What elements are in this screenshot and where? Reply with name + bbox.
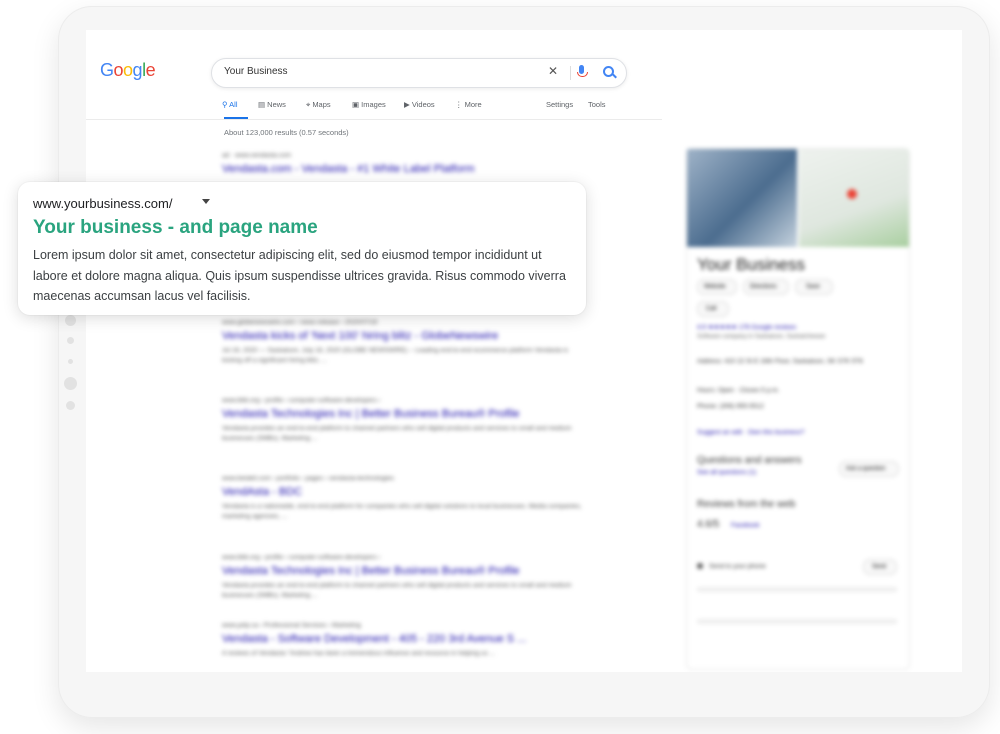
- mic-stand: [577, 72, 588, 77]
- result-item[interactable]: www.betakit.com › portfolio › pages › ve…: [222, 475, 582, 522]
- knowledge-panel: Your Business Website Directions Save Ca…: [686, 148, 910, 670]
- phone-icon: [697, 563, 703, 569]
- result-url[interactable]: www.yourbusiness.com/: [33, 196, 172, 211]
- highlighted-result-card[interactable]: www.yourbusiness.com/ Your business - an…: [18, 182, 586, 315]
- business-category: Software company in Saskatoon, Saskatche…: [697, 334, 826, 340]
- review-source[interactable]: Facebook: [731, 522, 760, 529]
- tab-tools[interactable]: Tools: [588, 100, 606, 109]
- browser-screen: Google Your Business ✕ ⚲ All ▤ News ⌖ Ma…: [86, 30, 962, 672]
- call-button[interactable]: Call: [697, 301, 729, 317]
- map-pin-icon: [847, 189, 857, 199]
- qa-link[interactable]: See all questions (1): [697, 469, 756, 476]
- business-name: Your Business: [697, 255, 806, 274]
- google-logo[interactable]: Google: [100, 60, 156, 81]
- directions-button[interactable]: Directions: [743, 279, 789, 295]
- divider: [570, 66, 571, 80]
- result-item[interactable]: www.yelp.ca › Professional Services › Ma…: [222, 622, 582, 659]
- tab-news[interactable]: ▤ News: [258, 100, 286, 109]
- tab-videos[interactable]: ▶ Videos: [404, 100, 435, 109]
- tab-all[interactable]: ⚲ All: [222, 100, 238, 109]
- result-item[interactable]: www.bbb.org › profile › computer-softwar…: [222, 554, 582, 601]
- result-description: Lorem ipsum dolor sit amet, consectetur …: [33, 248, 566, 303]
- tab-settings[interactable]: Settings: [546, 100, 573, 109]
- review-score: 4.6/5: [697, 519, 720, 530]
- website-button[interactable]: Website: [697, 279, 737, 295]
- phone[interactable]: Phone: (306) 955-5512: [697, 403, 764, 410]
- send-button[interactable]: Send: [863, 559, 897, 575]
- tab-images[interactable]: ▣ Images: [352, 100, 386, 109]
- results-stats: About 123,000 results (0.57 seconds): [224, 128, 349, 137]
- business-photo[interactable]: [687, 149, 797, 247]
- reviews-title: Reviews from the web: [697, 499, 796, 510]
- search-query: Your Business: [224, 66, 288, 77]
- result-item[interactable]: www.globenewswire.com › news-release › 2…: [222, 319, 582, 366]
- save-button[interactable]: Save: [795, 279, 833, 295]
- tab-more[interactable]: ⋮ More: [455, 100, 482, 109]
- tab-maps[interactable]: ⌖ Maps: [306, 100, 331, 110]
- result-item[interactable]: www.bbb.org › profile › computer-softwar…: [222, 397, 582, 444]
- send-to-phone: Send to your phone: [709, 563, 766, 570]
- suggest-edit-link[interactable]: Suggest an edit · Own this business?: [697, 429, 804, 436]
- qa-title: Questions and answers: [697, 455, 802, 466]
- result-title[interactable]: Your business - and page name: [33, 217, 318, 239]
- search-input[interactable]: Your Business ✕: [211, 58, 627, 88]
- address: Address: 410 22 St E 16th Floor, Saskato…: [697, 358, 863, 365]
- clear-icon[interactable]: ✕: [548, 64, 558, 78]
- caret-down-icon[interactable]: [202, 199, 210, 204]
- rating[interactable]: 4.9 ★★★★★ 176 Google reviews: [697, 323, 796, 331]
- result-item[interactable]: ad · www.vendasta.com Vendasta.com - Ven…: [222, 152, 582, 175]
- header-divider: [86, 119, 662, 120]
- ask-question-button[interactable]: Ask a question: [839, 461, 899, 477]
- search-icon-handle: [612, 73, 617, 79]
- hours[interactable]: Hours: Open · Closes 5 p.m.: [697, 387, 779, 394]
